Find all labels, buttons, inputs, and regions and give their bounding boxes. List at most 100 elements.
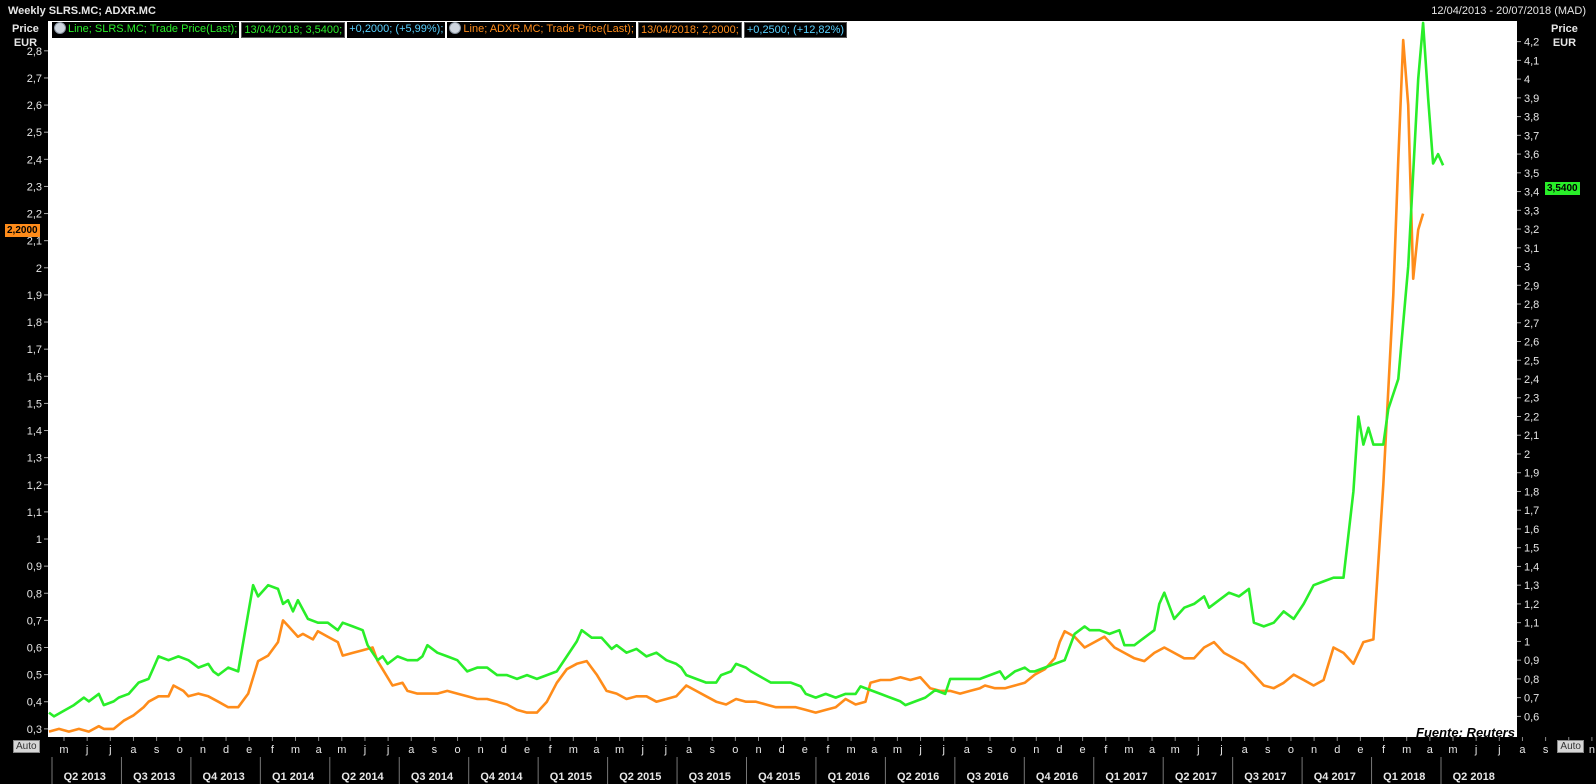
- left-tick-label: 1,1: [27, 507, 42, 519]
- month-label: m: [59, 744, 68, 756]
- chart-title: Weekly SLRS.MC; ADXR.MC: [8, 5, 156, 17]
- right-tick-label: 2,6: [1524, 337, 1539, 349]
- legend-adxr-value: 13/04/2018; 2,2000;: [637, 22, 742, 38]
- left-axis-title-unit: EUR: [13, 37, 38, 49]
- last-price-tag-slrs: 3,5400: [1545, 182, 1580, 195]
- clock-icon: [54, 22, 66, 34]
- left-tick-label: 0,9: [27, 561, 42, 573]
- month-label: m: [337, 744, 346, 756]
- right-tick-label: 3: [1524, 262, 1530, 274]
- left-tick-label: 0,4: [27, 697, 42, 709]
- month-label: e: [524, 744, 530, 756]
- right-tick-label: 2,2: [1524, 411, 1539, 423]
- month-label: a: [316, 744, 323, 756]
- quarter-label: Q2 2014: [341, 771, 384, 783]
- auto-scale-right-button[interactable]: Auto: [1557, 740, 1584, 753]
- month-label: j: [941, 744, 944, 756]
- left-tick-label: 1,8: [27, 317, 42, 329]
- month-label: f: [271, 744, 275, 756]
- last-price-tag-adxr: 2,2000: [5, 224, 40, 237]
- legend-adxr-change: +0,2500; (+12,82%): [743, 22, 848, 38]
- month-label: m: [1402, 744, 1411, 756]
- month-label: s: [432, 744, 438, 756]
- month-label: m: [615, 744, 624, 756]
- legend: Line; SLRS.MC; Trade Price(Last); 13/04/…: [52, 22, 848, 38]
- month-label: f: [1104, 744, 1108, 756]
- month-label: j: [386, 744, 389, 756]
- legend-adxr-label: Line; ADXR.MC; Trade Price(Last);: [463, 23, 634, 35]
- left-tick-label: 2: [36, 263, 42, 275]
- right-tick-label: 3,8: [1524, 112, 1539, 124]
- clock-icon: [449, 22, 462, 34]
- quarter-label: Q4 2016: [1036, 771, 1078, 783]
- month-label: f: [549, 744, 553, 756]
- month-label: m: [847, 744, 856, 756]
- left-tick-label: 1,9: [27, 290, 42, 302]
- month-label: a: [593, 744, 600, 756]
- month-label: j: [664, 744, 667, 756]
- month-label: n: [1589, 744, 1595, 756]
- right-tick-label: 1,5: [1524, 543, 1539, 555]
- month-label: d: [779, 744, 785, 756]
- month-label: s: [709, 744, 715, 756]
- right-tick-label: 0,6: [1524, 711, 1539, 723]
- month-label: j: [1474, 744, 1477, 756]
- right-axis-title-price: Price: [1551, 23, 1578, 35]
- right-tick-label: 3,6: [1524, 149, 1539, 161]
- month-label: m: [1448, 744, 1457, 756]
- month-label: o: [1288, 744, 1294, 756]
- month-label: m: [291, 744, 300, 756]
- left-tick-label: 2,5: [27, 127, 42, 139]
- right-tick-label: 0,8: [1524, 674, 1539, 686]
- left-tick-label: 0,5: [27, 670, 42, 682]
- right-tick-label: 1,2: [1524, 599, 1539, 611]
- legend-slrs[interactable]: Line; SLRS.MC; Trade Price(Last);: [52, 22, 240, 38]
- month-label: n: [1033, 744, 1039, 756]
- month-label: s: [154, 744, 160, 756]
- month-label: j: [641, 744, 644, 756]
- month-label: n: [478, 744, 484, 756]
- left-tick-label: 1: [36, 534, 42, 546]
- month-label: j: [1196, 744, 1199, 756]
- auto-scale-left-button[interactable]: Auto: [13, 740, 40, 753]
- left-axis: 0,3 0,4 0,5 0,6 0,7 0,8 0,9 1 1,1 1,2 1,3 1,4 1,5 1,6…: [27, 46, 48, 736]
- price-chart: 0,3 0,4 0,5 0,6 0,7 0,8 0,9 1 1,1 1,2 1,3 1,4 1,5 1,6…: [27, 21, 1595, 784]
- source-note: Fuente: Reuters: [1416, 725, 1515, 740]
- right-tick-label: 1,1: [1524, 618, 1539, 630]
- left-tick-label: 1,7: [27, 344, 42, 356]
- quarter-label: Q2 2013: [64, 771, 106, 783]
- left-tick-label: 1,6: [27, 371, 42, 383]
- right-tick-label: 2,5: [1524, 355, 1539, 367]
- left-tick-label: 0,3: [27, 724, 42, 736]
- time-axis: mjjasondefmamjjasondefmamjjasondefmamjja…: [51, 737, 1595, 784]
- left-tick-label: 2,1: [27, 236, 42, 248]
- quarter-label: Q3 2013: [133, 771, 175, 783]
- legend-slrs-change: +0,2000; (+5,99%);: [347, 22, 446, 38]
- month-label: a: [1427, 744, 1434, 756]
- month-label: m: [1124, 744, 1133, 756]
- right-tick-label: 1,4: [1524, 561, 1539, 573]
- left-tick-label: 0,6: [27, 643, 42, 655]
- left-tick-label: 2,6: [27, 100, 42, 112]
- right-tick-label: 3,1: [1524, 243, 1539, 255]
- date-range: 12/04/2013 - 20/07/2018 (MAD): [1431, 5, 1586, 17]
- quarter-label: Q3 2017: [1244, 771, 1286, 783]
- quarter-label: Q2 2015: [619, 771, 661, 783]
- month-label: n: [1311, 744, 1317, 756]
- month-label: e: [246, 744, 252, 756]
- month-label: a: [408, 744, 415, 756]
- quarter-label: Q2 2018: [1453, 771, 1495, 783]
- quarter-label: Q3 2015: [689, 771, 731, 783]
- month-label: d: [223, 744, 229, 756]
- legend-adxr[interactable]: Line; ADXR.MC; Trade Price(Last);: [447, 22, 636, 38]
- month-label: n: [200, 744, 206, 756]
- quarter-label: Q1 2015: [550, 771, 592, 783]
- right-tick-label: 1: [1524, 636, 1530, 648]
- quarter-label: Q3 2014: [411, 771, 454, 783]
- quarter-label: Q3 2016: [966, 771, 1008, 783]
- left-tick-label: 2,2: [27, 209, 42, 221]
- right-axis-title: Price EUR: [1551, 22, 1578, 50]
- legend-slrs-value: 13/04/2018; 3,5400;: [241, 22, 346, 38]
- month-label: o: [177, 744, 183, 756]
- month-label: a: [686, 744, 693, 756]
